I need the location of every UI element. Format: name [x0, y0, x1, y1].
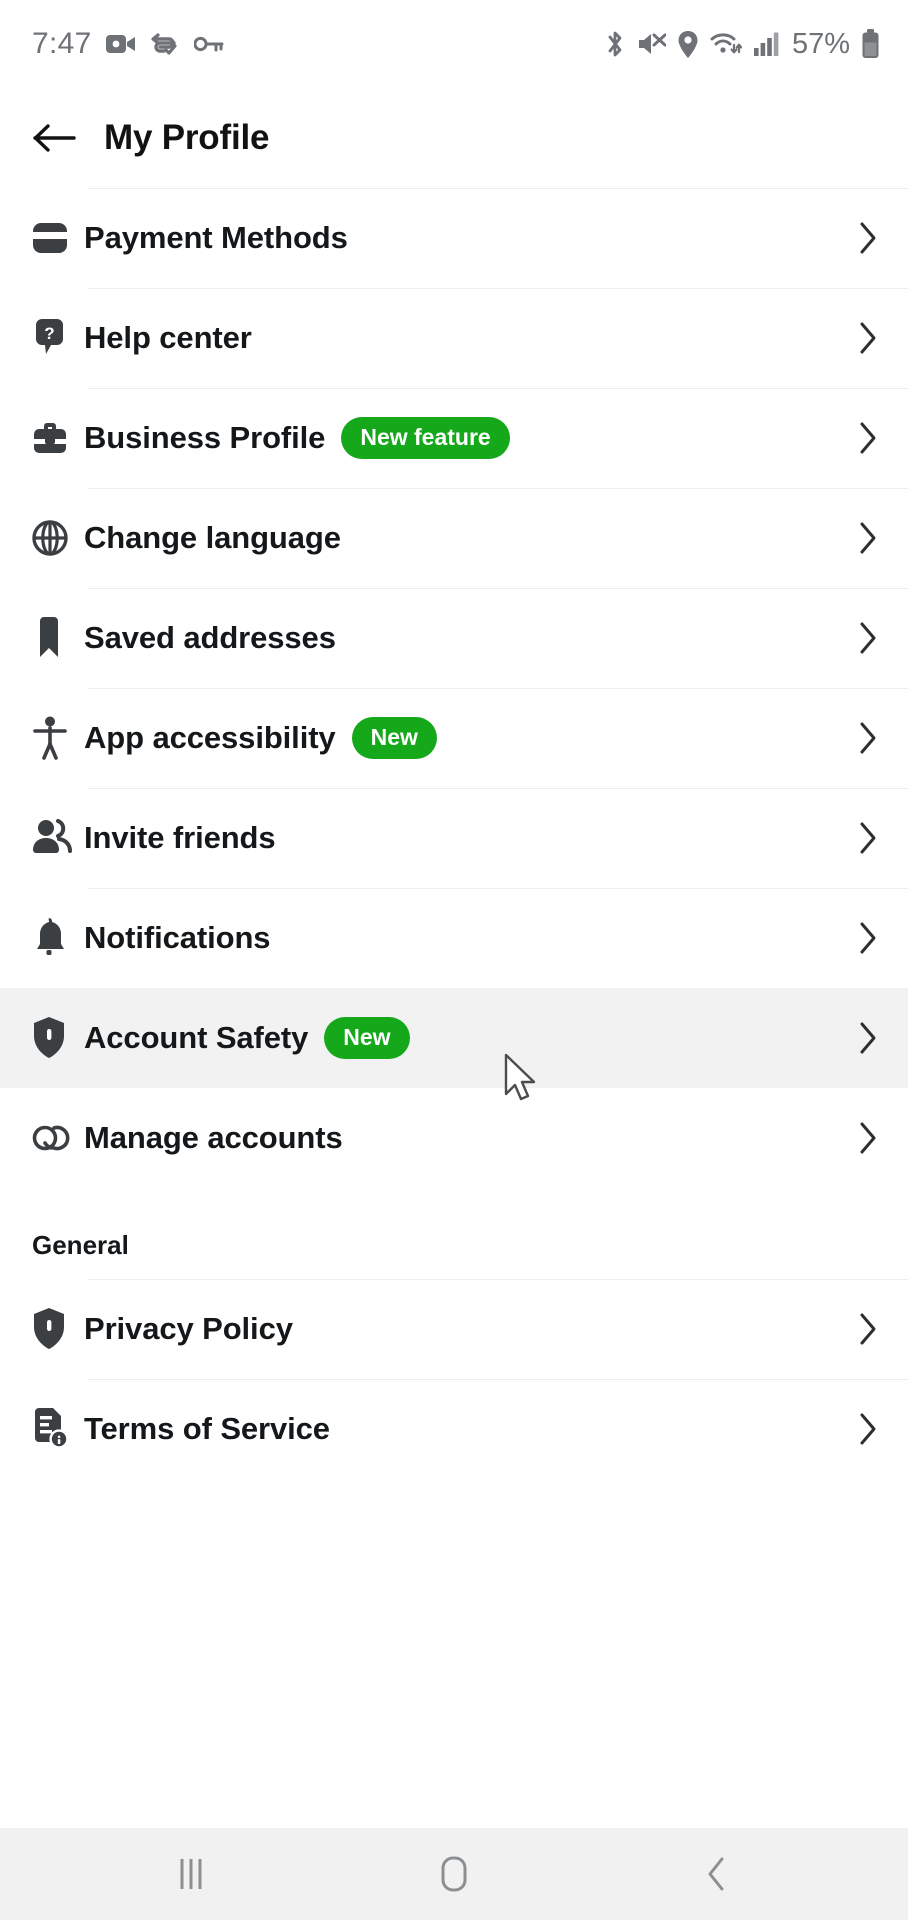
location-pin-icon [677, 30, 699, 59]
chevron-right-icon[interactable] [858, 221, 878, 255]
list-item-label: Invite friends [84, 820, 276, 855]
credit-card-icon [32, 221, 84, 255]
list-item-help-center[interactable]: ? Help center [0, 288, 908, 388]
list-item-label: App accessibility [84, 720, 336, 755]
back-button[interactable] [657, 1828, 777, 1920]
status-badge: New [324, 1017, 410, 1059]
settings-list: Payment Methods ? Help center Business P… [0, 188, 908, 1479]
list-item-terms-of-service[interactable]: Terms of Service [0, 1379, 908, 1479]
accessibility-icon [32, 716, 84, 760]
list-item-label: Business Profile [84, 420, 326, 455]
bell-icon [32, 917, 84, 959]
linked-circles-icon [32, 1119, 84, 1157]
battery-percent: 57% [791, 27, 850, 60]
shield-icon [32, 1016, 84, 1060]
battery-icon [861, 29, 880, 59]
chevron-right-icon[interactable] [858, 321, 878, 355]
list-item-invite-friends[interactable]: Invite friends [0, 788, 908, 888]
status-badge: New [351, 717, 437, 759]
list-item-label: Privacy Policy [84, 1311, 293, 1346]
bookmark-icon [32, 617, 84, 659]
list-item-business-profile[interactable]: Business Profile New feature [0, 388, 908, 488]
document-info-icon [32, 1408, 84, 1450]
list-item-label: Terms of Service [84, 1411, 330, 1446]
shield-icon [32, 1307, 84, 1351]
back-arrow-icon[interactable] [32, 115, 78, 161]
recents-button[interactable] [131, 1828, 251, 1920]
chevron-right-icon[interactable] [858, 921, 878, 955]
chevron-right-icon[interactable] [858, 721, 878, 755]
section-header-general: General [0, 1188, 908, 1279]
volume-muted-icon [636, 31, 666, 57]
list-item-app-accessibility[interactable]: App accessibility New [0, 688, 908, 788]
list-item-label: Account Safety [84, 1020, 309, 1055]
briefcase-icon [32, 420, 84, 456]
cellular-signal-icon [753, 31, 779, 57]
video-camera-icon [105, 33, 136, 55]
page-header: My Profile [0, 88, 908, 188]
status-time: 7:47 [32, 27, 92, 60]
globe-icon [32, 518, 84, 558]
list-item-label: Payment Methods [84, 220, 348, 255]
android-navigation-bar [0, 1828, 908, 1920]
list-item-account-safety[interactable]: Account Safety New [0, 988, 908, 1088]
list-item-manage-accounts[interactable]: Manage accounts [0, 1088, 908, 1188]
status-badge: New feature [341, 417, 510, 459]
bluetooth-icon [605, 29, 625, 59]
chevron-right-icon[interactable] [858, 1412, 878, 1446]
list-item-privacy-policy[interactable]: Privacy Policy [0, 1279, 908, 1379]
list-item-change-language[interactable]: Change language [0, 488, 908, 588]
list-item-notifications[interactable]: Notifications [0, 888, 908, 988]
list-item-label: Notifications [84, 920, 271, 955]
chevron-right-icon[interactable] [858, 521, 878, 555]
page-title: My Profile [104, 118, 270, 157]
list-item-label: Help center [84, 320, 252, 355]
list-item-label: Change language [84, 520, 341, 555]
wifi-icon [710, 31, 742, 57]
key-icon [193, 35, 224, 53]
chevron-right-icon[interactable] [858, 1121, 878, 1155]
svg-text:?: ? [44, 324, 54, 343]
chevron-right-icon[interactable] [858, 821, 878, 855]
vpn-shield-check-icon [150, 32, 180, 56]
chevron-right-icon[interactable] [858, 1312, 878, 1346]
status-bar: 7:47 57% [0, 0, 908, 88]
list-item-saved-addresses[interactable]: Saved addresses [0, 588, 908, 688]
help-question-icon: ? [32, 318, 84, 358]
list-item-label: Manage accounts [84, 1120, 343, 1155]
list-item-label: Saved addresses [84, 620, 336, 655]
chevron-right-icon[interactable] [858, 1021, 878, 1055]
list-item-payment-methods[interactable]: Payment Methods [0, 188, 908, 288]
status-bar-left: 7:47 [32, 27, 224, 61]
chevron-right-icon[interactable] [858, 421, 878, 455]
chevron-right-icon[interactable] [858, 621, 878, 655]
home-button[interactable] [394, 1828, 514, 1920]
status-bar-right: 57% [605, 28, 880, 61]
people-icon [32, 819, 84, 857]
